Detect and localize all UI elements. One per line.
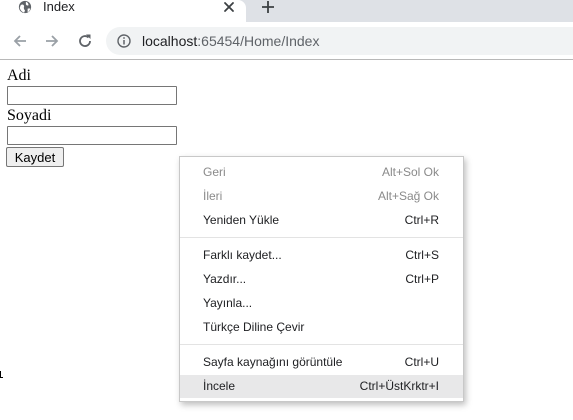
- info-icon[interactable]: [117, 34, 131, 48]
- text-cursor-mark: [0, 371, 3, 378]
- globe-icon: [18, 0, 32, 14]
- menu-item-forward[interactable]: İleri Alt+Sağ Ok: [180, 185, 463, 208]
- menu-item-label: İncele: [203, 379, 236, 393]
- menu-item-label: Türkçe Diline Çevir: [203, 320, 305, 334]
- first-name-label: Adi: [7, 67, 31, 84]
- close-tab-icon[interactable]: [222, 0, 236, 14]
- menu-item-label: Yazdır...: [203, 272, 247, 286]
- menu-separator: [180, 237, 463, 238]
- menu-item-save-as[interactable]: Farklı kaydet... Ctrl+S: [180, 244, 463, 267]
- url-path: :65454/Home/Index: [197, 33, 320, 49]
- tab-strip: Index: [0, 0, 573, 22]
- menu-item-label: İleri: [203, 189, 223, 203]
- url-text: localhost:65454/Home/Index: [142, 33, 319, 49]
- new-tab-icon[interactable]: [260, 0, 276, 15]
- back-icon[interactable]: [11, 32, 29, 50]
- menu-separator: [180, 344, 463, 345]
- tab-index[interactable]: Index: [0, 0, 246, 22]
- menu-item-print[interactable]: Yazdır... Ctrl+P: [180, 268, 463, 291]
- menu-item-inspect[interactable]: İncele Ctrl+ÜstKrktr+I: [180, 375, 463, 398]
- reload-icon[interactable]: [76, 32, 94, 50]
- menu-item-reload[interactable]: Yeniden Yükle Ctrl+R: [180, 209, 463, 232]
- menu-item-view-source[interactable]: Sayfa kaynağını görüntüle Ctrl+U: [180, 351, 463, 374]
- last-name-input[interactable]: [7, 126, 177, 145]
- menu-item-shortcut: Alt+Sol Ok: [381, 165, 439, 179]
- menu-item-cast[interactable]: Yayınla...: [180, 292, 463, 315]
- tab-title: Index: [43, 0, 75, 14]
- menu-item-shortcut: Alt+Sağ Ok: [377, 189, 439, 203]
- menu-item-back[interactable]: Geri Alt+Sol Ok: [180, 161, 463, 184]
- forward-icon[interactable]: [43, 32, 61, 50]
- menu-item-translate[interactable]: Türkçe Diline Çevir: [180, 316, 463, 339]
- browser-toolbar: localhost:65454/Home/Index: [0, 22, 573, 60]
- menu-item-label: Geri: [203, 165, 226, 179]
- menu-item-shortcut: Ctrl+R: [404, 213, 439, 227]
- save-button[interactable]: Kaydet: [6, 147, 64, 167]
- first-name-input[interactable]: [7, 86, 177, 105]
- menu-item-label: Yayınla...: [203, 296, 253, 310]
- context-menu: Geri Alt+Sol Ok İleri Alt+Sağ Ok Yeniden…: [179, 156, 464, 402]
- url-host: localhost: [142, 33, 198, 49]
- address-bar[interactable]: localhost:65454/Home/Index: [106, 27, 573, 55]
- menu-item-label: Sayfa kaynağını görüntüle: [203, 355, 343, 369]
- menu-item-label: Farklı kaydet...: [203, 248, 282, 262]
- menu-item-shortcut: Ctrl+S: [405, 248, 439, 262]
- menu-item-shortcut: Ctrl+ÜstKrktr+I: [359, 379, 439, 393]
- menu-item-shortcut: Ctrl+U: [404, 355, 439, 369]
- menu-item-label: Yeniden Yükle: [203, 213, 280, 227]
- menu-item-shortcut: Ctrl+P: [405, 272, 439, 286]
- last-name-label: Soyadi: [7, 107, 52, 124]
